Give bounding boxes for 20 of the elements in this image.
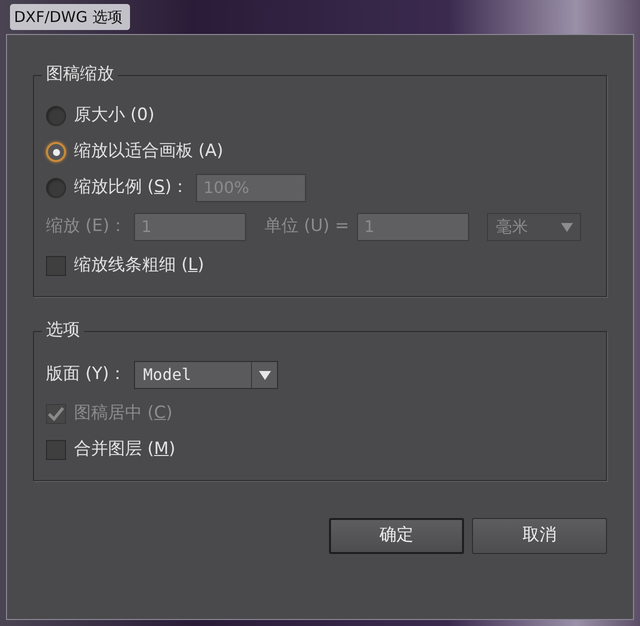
window-title: DXF/DWG 选项 xyxy=(10,4,130,30)
radio-button[interactable] xyxy=(46,106,66,126)
caret-icon xyxy=(561,222,574,232)
ok-button[interactable]: 确定 xyxy=(329,518,464,554)
checkbox-label: 图稿居中 (C) xyxy=(74,402,173,426)
field-label: 缩放 (E)： xyxy=(46,215,126,238)
layout-dropdown[interactable]: Model xyxy=(134,361,278,389)
field-label: 版面 (Y)： xyxy=(46,363,126,386)
field-label: 单位 (U) = xyxy=(264,215,350,238)
checkbox-label: 缩放线条粗细 (L) xyxy=(74,254,204,278)
radio-label: 缩放以适合画板 (A) xyxy=(74,140,224,164)
radio-button[interactable] xyxy=(46,178,66,198)
checkbox[interactable] xyxy=(46,256,66,276)
caret-icon xyxy=(258,370,271,380)
checkbox-label: 合并图层 (M) xyxy=(74,438,176,462)
radio-label: 原大小 (0) xyxy=(74,104,154,128)
checkbox[interactable] xyxy=(46,440,66,460)
radio-label: 缩放比例 (S)： xyxy=(74,176,188,200)
cancel-button[interactable]: 取消 xyxy=(472,518,607,554)
radio-button[interactable] xyxy=(46,142,66,162)
